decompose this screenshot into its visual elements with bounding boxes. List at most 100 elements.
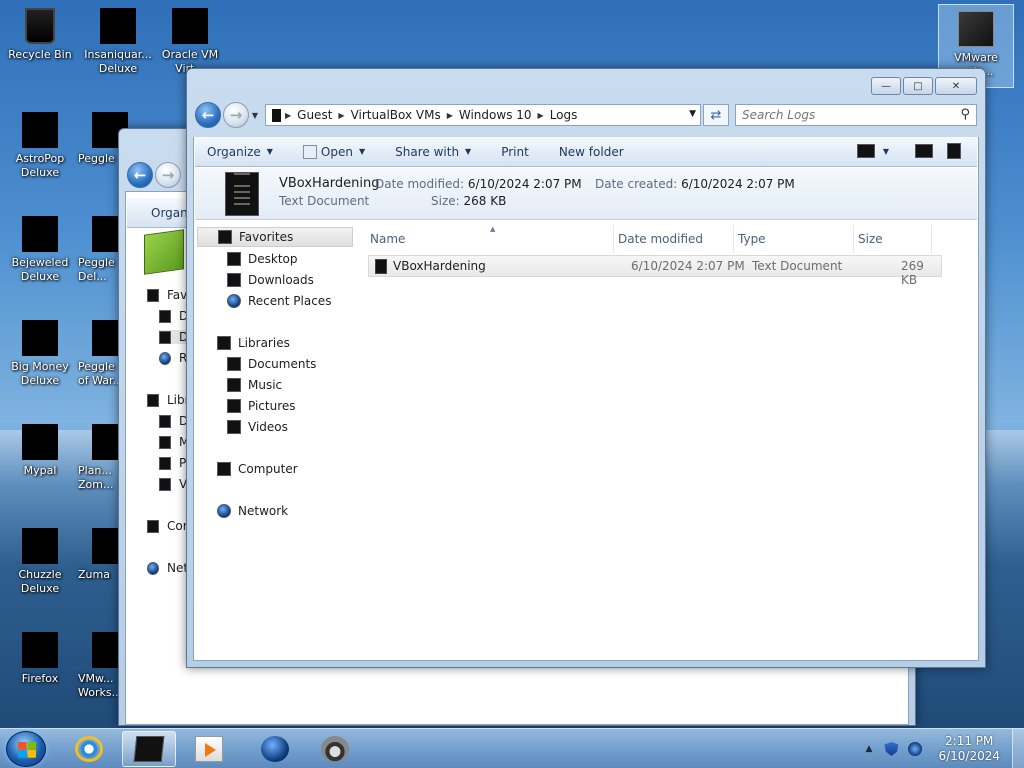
back-button[interactable]: ← — [195, 102, 221, 128]
file-name: VBoxHardening — [393, 259, 486, 273]
print-button[interactable]: Print — [501, 145, 529, 159]
back-nav-libraries[interactable]: Libr — [147, 393, 190, 407]
organize-button[interactable]: Organize ▼ — [207, 145, 273, 159]
breadcrumb-windows-10[interactable]: Windows 10 — [459, 108, 532, 122]
back-nav-pictures[interactable]: Pi — [159, 456, 189, 470]
change-view-button[interactable]: ▼ — [856, 144, 889, 158]
text-document-icon — [225, 172, 259, 216]
recent-pages-dropdown[interactable]: ▼ — [249, 111, 261, 120]
desktop-icon-insaniquarium[interactable]: Insaniquar... Deluxe — [80, 2, 156, 92]
breadcrumb-guest[interactable]: Guest — [297, 108, 332, 122]
breadcrumb-separator-icon[interactable]: ▶ — [447, 111, 453, 120]
desktop-icon — [227, 252, 241, 266]
search-box[interactable]: ⚲ — [735, 104, 977, 126]
music-icon — [227, 378, 241, 392]
desktop-icon-mypal[interactable]: Mypal — [2, 418, 78, 508]
computer-icon — [217, 462, 231, 476]
taskbar-media-player[interactable] — [182, 731, 236, 767]
taskbar-network-browser[interactable] — [248, 731, 302, 767]
file-type: Text Document — [752, 259, 843, 273]
vmware-tools-icon — [958, 11, 994, 47]
explorer-window[interactable]: — □ ✕ ← → ▼ ▶ Guest ▶ VirtualBox VMs ▶ W… — [186, 68, 986, 668]
maximize-button[interactable]: □ — [903, 77, 933, 95]
action-center-icon[interactable] — [884, 742, 899, 756]
desktop-icon-recycle-bin[interactable]: Recycle Bin — [2, 2, 78, 92]
desktop-icon-firefox[interactable]: Firefox — [2, 626, 78, 716]
nav-downloads[interactable]: Downloads — [227, 270, 314, 290]
clock[interactable]: 2:11 PM 6/10/2024 — [932, 734, 1012, 764]
back-window-forward-button[interactable]: → — [155, 162, 181, 188]
refresh-button[interactable]: ⇄ — [703, 104, 729, 126]
taskbar-windows-explorer[interactable] — [122, 731, 176, 767]
navigation-row: ← → ▼ ▶ Guest ▶ VirtualBox VMs ▶ Windows… — [195, 101, 977, 129]
media-player-icon — [195, 736, 223, 762]
documents-icon — [159, 414, 171, 428]
details-size: Size: 268 KB — [431, 194, 507, 208]
nav-pictures[interactable]: Pictures — [227, 396, 296, 416]
show-desktop-button[interactable] — [1012, 729, 1024, 768]
nav-music[interactable]: Music — [227, 375, 282, 395]
back-nav-network[interactable]: Net — [147, 561, 188, 575]
nav-favorites[interactable]: Favorites — [197, 227, 353, 247]
system-tray: ▲ 2:11 PM 6/10/2024 — [866, 729, 1024, 768]
show-hidden-icons-button[interactable]: ▲ — [866, 744, 873, 754]
preview-pane-button[interactable] — [915, 144, 933, 158]
breadcrumb-separator-icon[interactable]: ▶ — [338, 111, 344, 120]
close-button[interactable]: ✕ — [935, 77, 977, 95]
taskbar-internet-explorer[interactable] — [62, 731, 116, 767]
start-button[interactable] — [6, 731, 46, 767]
back-nav-computer[interactable]: Cor — [147, 519, 188, 533]
nav-desktop[interactable]: Desktop — [227, 249, 298, 269]
help-button[interactable] — [947, 143, 961, 159]
pictures-icon — [227, 399, 241, 413]
desktop-icon-bejeweled[interactable]: Bejeweled Deluxe — [2, 210, 78, 300]
forward-button[interactable]: → — [223, 102, 249, 128]
taskbar-mypal[interactable] — [308, 731, 362, 767]
desktop-icon-astropop[interactable]: AstroPop Deluxe — [2, 106, 78, 196]
view-buttons: ▼ — [856, 143, 961, 159]
back-window-back-button[interactable]: ← — [127, 162, 153, 188]
breadcrumb-separator-icon[interactable]: ▶ — [538, 111, 544, 120]
desktop-icon-big-money[interactable]: Big Money Deluxe — [2, 314, 78, 404]
nav-libraries[interactable]: Libraries — [217, 333, 290, 353]
column-header-size[interactable]: Size — [854, 225, 932, 253]
clock-date: 6/10/2024 — [938, 749, 1000, 763]
desktop-icon-chuzzle[interactable]: Chuzzle Deluxe — [2, 522, 78, 612]
sort-ascending-icon: ▲ — [490, 225, 496, 233]
breadcrumb-separator-icon[interactable]: ▶ — [285, 111, 291, 120]
new-folder-button[interactable]: New folder — [559, 145, 624, 159]
search-icon[interactable]: ⚲ — [960, 107, 970, 122]
view-icon — [856, 144, 875, 158]
chuzzle-icon — [22, 528, 58, 564]
nav-computer[interactable]: Computer — [217, 459, 298, 479]
insaniquarium-icon — [100, 8, 136, 44]
nav-network[interactable]: Network — [217, 501, 288, 521]
libraries-icon — [217, 336, 231, 350]
nav-recent-places[interactable]: Recent Places — [227, 291, 331, 311]
share-with-button[interactable]: Share with ▼ — [395, 145, 471, 159]
column-header-date-modified[interactable]: Date modified — [614, 225, 734, 253]
recent-places-icon — [227, 294, 241, 308]
open-button[interactable]: Open ▼ — [302, 144, 365, 159]
minimize-button[interactable]: — — [871, 77, 901, 95]
column-header-name[interactable]: ▲ Name — [354, 225, 614, 253]
network-status-icon[interactable] — [908, 742, 923, 756]
arrow-left-icon: ← — [201, 106, 215, 124]
breadcrumb-virtualbox-vms[interactable]: VirtualBox VMs — [351, 108, 441, 122]
address-dropdown-icon[interactable]: ▼ — [689, 109, 696, 119]
pictures-icon — [159, 456, 171, 470]
nav-videos[interactable]: Videos — [227, 417, 288, 437]
back-nav-music[interactable]: M — [159, 435, 189, 449]
refresh-icon: ⇄ — [710, 107, 722, 123]
nav-documents[interactable]: Documents — [227, 354, 316, 374]
file-list[interactable]: ▲ Name Date modified Type Size VBoxHarde… — [354, 221, 977, 659]
downloads-icon — [227, 273, 241, 287]
downloads-icon — [159, 330, 171, 344]
breadcrumb-logs[interactable]: Logs — [550, 108, 578, 122]
file-row[interactable]: VBoxHardening 6/10/2024 2:07 PM Text Doc… — [368, 255, 942, 287]
search-input[interactable] — [742, 108, 942, 122]
column-header-type[interactable]: Type — [734, 225, 854, 253]
clock-time: 2:11 PM — [945, 734, 994, 748]
music-icon — [159, 435, 171, 449]
address-bar[interactable]: ▶ Guest ▶ VirtualBox VMs ▶ Windows 10 ▶ … — [265, 104, 701, 126]
